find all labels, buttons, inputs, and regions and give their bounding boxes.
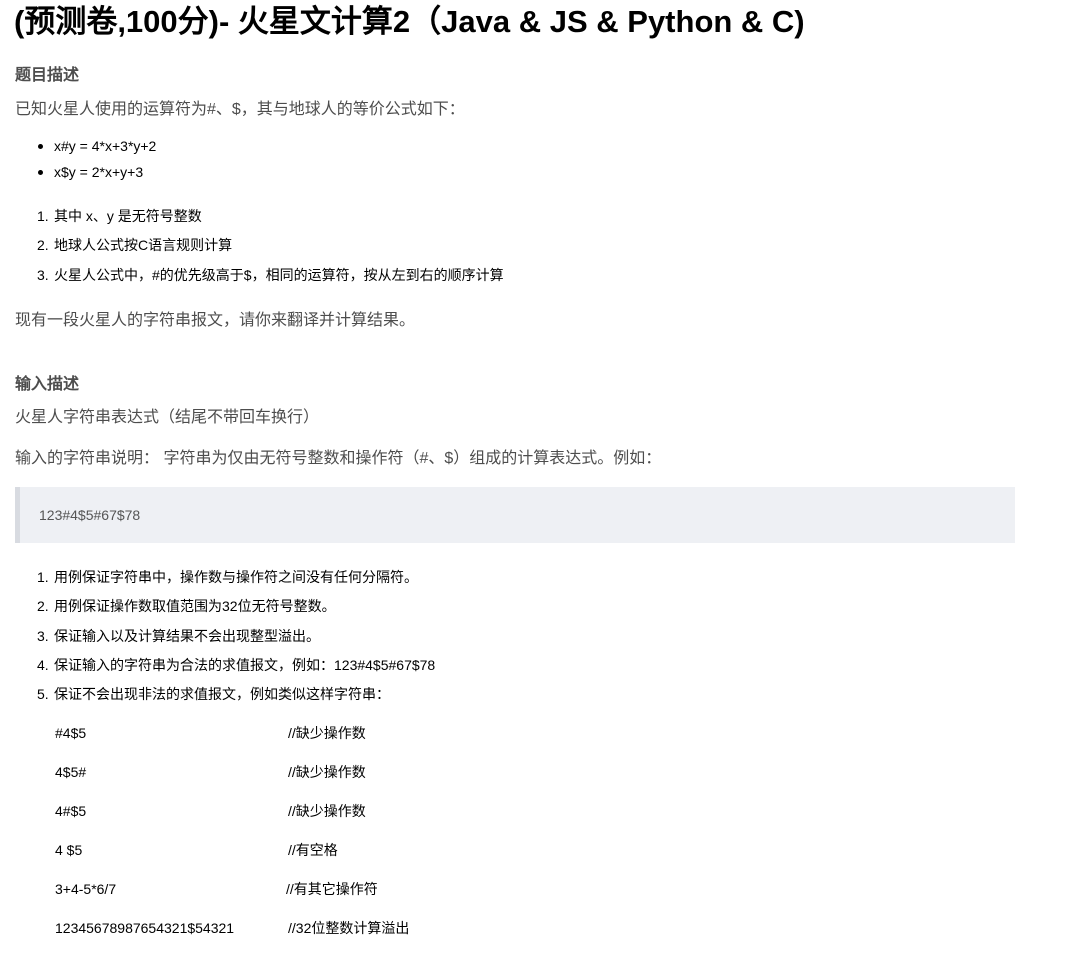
formula-list: x#y = 4*x+3*y+2 x$y = 2*x+y+3 [38, 133, 156, 185]
invalid-comment: //缺少操作数 [288, 725, 366, 741]
invalid-example-row: 4#$5 //缺少操作数 [55, 800, 655, 822]
note-text: 用例保证字符串中，操作数与操作符之间没有任何分隔符。 [54, 569, 418, 585]
invalid-example-row: 4 $5 //有空格 [55, 839, 655, 861]
input-notes-list: 1. 用例保证字符串中，操作数与操作符之间没有任何分隔符。 2. 用例保证操作数取值… [37, 563, 435, 709]
invalid-comment: //缺少操作数 [288, 803, 366, 819]
invalid-example-row: #4$5 //缺少操作数 [55, 722, 655, 744]
page-title: (预测卷,100分)- 火星文计算2（Java & JS & Python & … [14, 4, 805, 39]
list-item: 5. 保证不会出现非法的求值报文，例如类似这样字符串： [37, 680, 435, 709]
rule-text: 地球人公式按C语言规则计算 [54, 237, 233, 254]
example-code-block: 123#4$5#67$78 [15, 487, 1015, 543]
list-number: 5. [37, 686, 49, 703]
list-number: 3. [37, 266, 49, 283]
list-number: 2. [37, 237, 49, 254]
note-text: 保证不会出现非法的求值报文，例如类似这样字符串： [54, 686, 390, 703]
input-heading: 输入描述 [15, 376, 80, 393]
article: (预测卷,100分)- 火星文计算2（Java & JS & Python & … [0, 0, 1071, 953]
bullet-icon [38, 170, 43, 175]
invalid-example-row: 12345678987654321$54321 //32位整数计算溢出 [55, 917, 655, 939]
example-code: 123#4$5#67$78 [39, 507, 141, 523]
invalid-comment: //缺少操作数 [288, 764, 366, 780]
list-item: 3. 保证输入以及计算结果不会出现整型溢出。 [37, 622, 435, 651]
list-item: x#y = 4*x+3*y+2 [38, 133, 156, 159]
invalid-expression: 4$5# [55, 764, 87, 780]
list-number: 4. [37, 656, 49, 673]
rules-list: 1. 其中 x、y 是无符号整数 2. 地球人公式按C语言规则计算 3. 火星人公式中… [37, 202, 504, 290]
rule-text: 火星人公式中，#的优先级高于$，相同的运算符，按从左到右的顺序计算 [54, 266, 504, 283]
invalid-expression: 3+4-5*6/7 [55, 881, 117, 897]
invalid-example-row: 4$5# //缺少操作数 [55, 761, 655, 783]
input-line-2: 输入的字符串说明： 字符串为仅由无符号整数和操作符（#、$）组成的计算表达式。例… [15, 450, 662, 467]
note-text: 保证输入的字符串为合法的求值报文，例如：123#4$5#67$78 [54, 656, 436, 673]
list-number: 2. [37, 598, 49, 615]
list-item: 3. 火星人公式中，#的优先级高于$，相同的运算符，按从左到右的顺序计算 [37, 261, 504, 290]
rule-text: 其中 x、y 是无符号整数 [54, 208, 202, 224]
list-number: 1. [37, 208, 49, 224]
description-task: 现有一段火星人的字符串报文，请你来翻译并计算结果。 [15, 312, 416, 329]
list-item: 2. 用例保证操作数取值范围为32位无符号整数。 [37, 592, 435, 621]
invalid-example-row: 3+4-5*6/7 //有其它操作符 [55, 878, 655, 900]
formula-text: x$y = 2*x+y+3 [54, 164, 144, 180]
invalid-comment: //有空格 [288, 842, 338, 858]
description-intro: 已知火星人使用的运算符为#、$，其与地球人的等价公式如下： [15, 101, 465, 118]
list-item: x$y = 2*x+y+3 [38, 159, 156, 185]
list-item: 4. 保证输入的字符串为合法的求值报文，例如：123#4$5#67$78 [37, 651, 435, 680]
formula-text: x#y = 4*x+3*y+2 [54, 138, 157, 154]
bullet-icon [38, 144, 43, 149]
note-text: 用例保证操作数取值范围为32位无符号整数。 [54, 598, 336, 615]
invalid-expression: 12345678987654321$54321 [55, 920, 235, 936]
invalid-comment: //有其它操作符 [286, 881, 378, 897]
list-number: 3. [37, 627, 49, 644]
invalid-expression: 4#$5 [55, 803, 87, 819]
invalid-expression: 4 $5 [55, 842, 83, 858]
list-item: 1. 用例保证字符串中，操作数与操作符之间没有任何分隔符。 [37, 563, 435, 592]
invalid-comment: //32位整数计算溢出 [288, 920, 410, 936]
description-heading: 题目描述 [15, 67, 80, 84]
input-line-1: 火星人字符串表达式（结尾不带回车换行） [15, 409, 320, 426]
list-item: 1. 其中 x、y 是无符号整数 [37, 202, 504, 231]
list-item: 2. 地球人公式按C语言规则计算 [37, 231, 504, 260]
note-text: 保证输入以及计算结果不会出现整型溢出。 [54, 627, 320, 644]
invalid-expression: #4$5 [55, 725, 87, 741]
list-number: 1. [37, 569, 49, 585]
